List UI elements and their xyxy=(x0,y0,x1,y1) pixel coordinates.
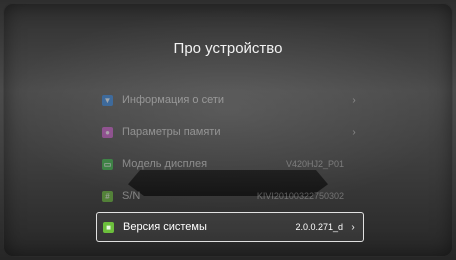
tv-screen: Про устройство ▼ Информация о сети › ● П… xyxy=(0,0,456,260)
menu-item-label: S/N xyxy=(122,190,141,202)
menu-item-label: Модель дисплея xyxy=(122,158,208,170)
menu-item-label: Версия системы xyxy=(123,221,207,233)
menu-item-network-info[interactable]: ▼ Информация о сети › xyxy=(96,84,364,116)
menu-item-system-version[interactable]: ■ Версия системы 2.0.0.271_d › xyxy=(96,212,364,242)
menu-item-label: Информация о сети xyxy=(122,94,225,106)
menu-item-label: Параметры памяти xyxy=(122,126,221,138)
chevron-right-icon: › xyxy=(352,94,356,106)
menu-item-value: 2.0.0.271_d xyxy=(295,222,343,232)
settings-list: ▼ Информация о сети › ● Параметры памяти… xyxy=(96,84,364,242)
menu-item-memory-params[interactable]: ● Параметры памяти › xyxy=(96,116,364,148)
menu-item-serial-number[interactable]: # S/N KIVI20100322750302 xyxy=(96,180,364,212)
menu-item-value: V420HJ2_P01 xyxy=(285,159,344,169)
page-title: Про устройство xyxy=(173,40,283,57)
chevron-right-icon: › xyxy=(352,126,356,138)
chevron-right-icon: › xyxy=(351,221,355,233)
hash-icon: # xyxy=(102,190,113,202)
menu-item-value: KIVI20100322750302 xyxy=(256,191,344,201)
memory-icon: ● xyxy=(102,126,113,138)
display-icon: ▭ xyxy=(102,158,113,170)
system-icon: ■ xyxy=(103,221,114,233)
menu-item-display-model[interactable]: ▭ Модель дисплея V420HJ2_P01 xyxy=(96,148,364,180)
network-icon: ▼ xyxy=(102,94,113,106)
